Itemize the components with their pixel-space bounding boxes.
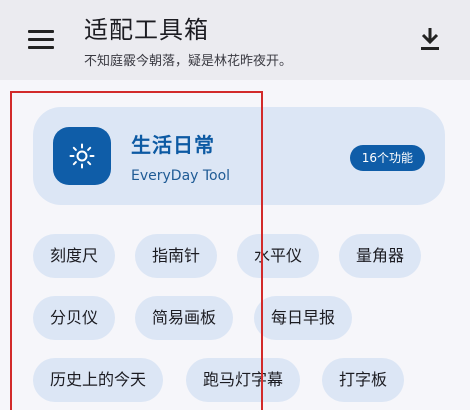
- app-subtitle: 不知庭霰今朝落，疑是林花昨夜开。: [84, 54, 293, 69]
- card-subtitle: EveryDay Tool: [131, 168, 231, 184]
- tool-chip-typing-board[interactable]: 打字板: [322, 358, 405, 402]
- tool-chip-protractor[interactable]: 量角器: [339, 234, 422, 278]
- tool-chip-ruler[interactable]: 刻度尺: [33, 234, 116, 278]
- app-title: 适配工具箱: [84, 16, 209, 44]
- card-title: 生活日常: [131, 133, 215, 157]
- tool-chip-level[interactable]: 水平仪: [237, 234, 320, 278]
- download-icon[interactable]: [418, 26, 442, 52]
- tool-chip-today-in-history[interactable]: 历史上的今天: [33, 358, 164, 402]
- tool-chip-marquee-text[interactable]: 跑马灯字幕: [186, 358, 301, 402]
- tool-chip-compass[interactable]: 指南针: [135, 234, 218, 278]
- category-card-daily-life[interactable]: 生活日常 EveryDay Tool 16个功能: [33, 107, 445, 205]
- tool-chip-decibel-meter[interactable]: 分贝仪: [33, 296, 116, 340]
- menu-icon[interactable]: [28, 30, 56, 50]
- sun-icon: [53, 127, 111, 185]
- tool-chip-daily-news[interactable]: 每日早报: [254, 296, 353, 340]
- feature-count-badge[interactable]: 16个功能: [349, 145, 425, 171]
- tool-chip-drawing-board[interactable]: 简易画板: [135, 296, 234, 340]
- app-bar: 适配工具箱 不知庭霰今朝落，疑是林花昨夜开。: [0, 0, 470, 80]
